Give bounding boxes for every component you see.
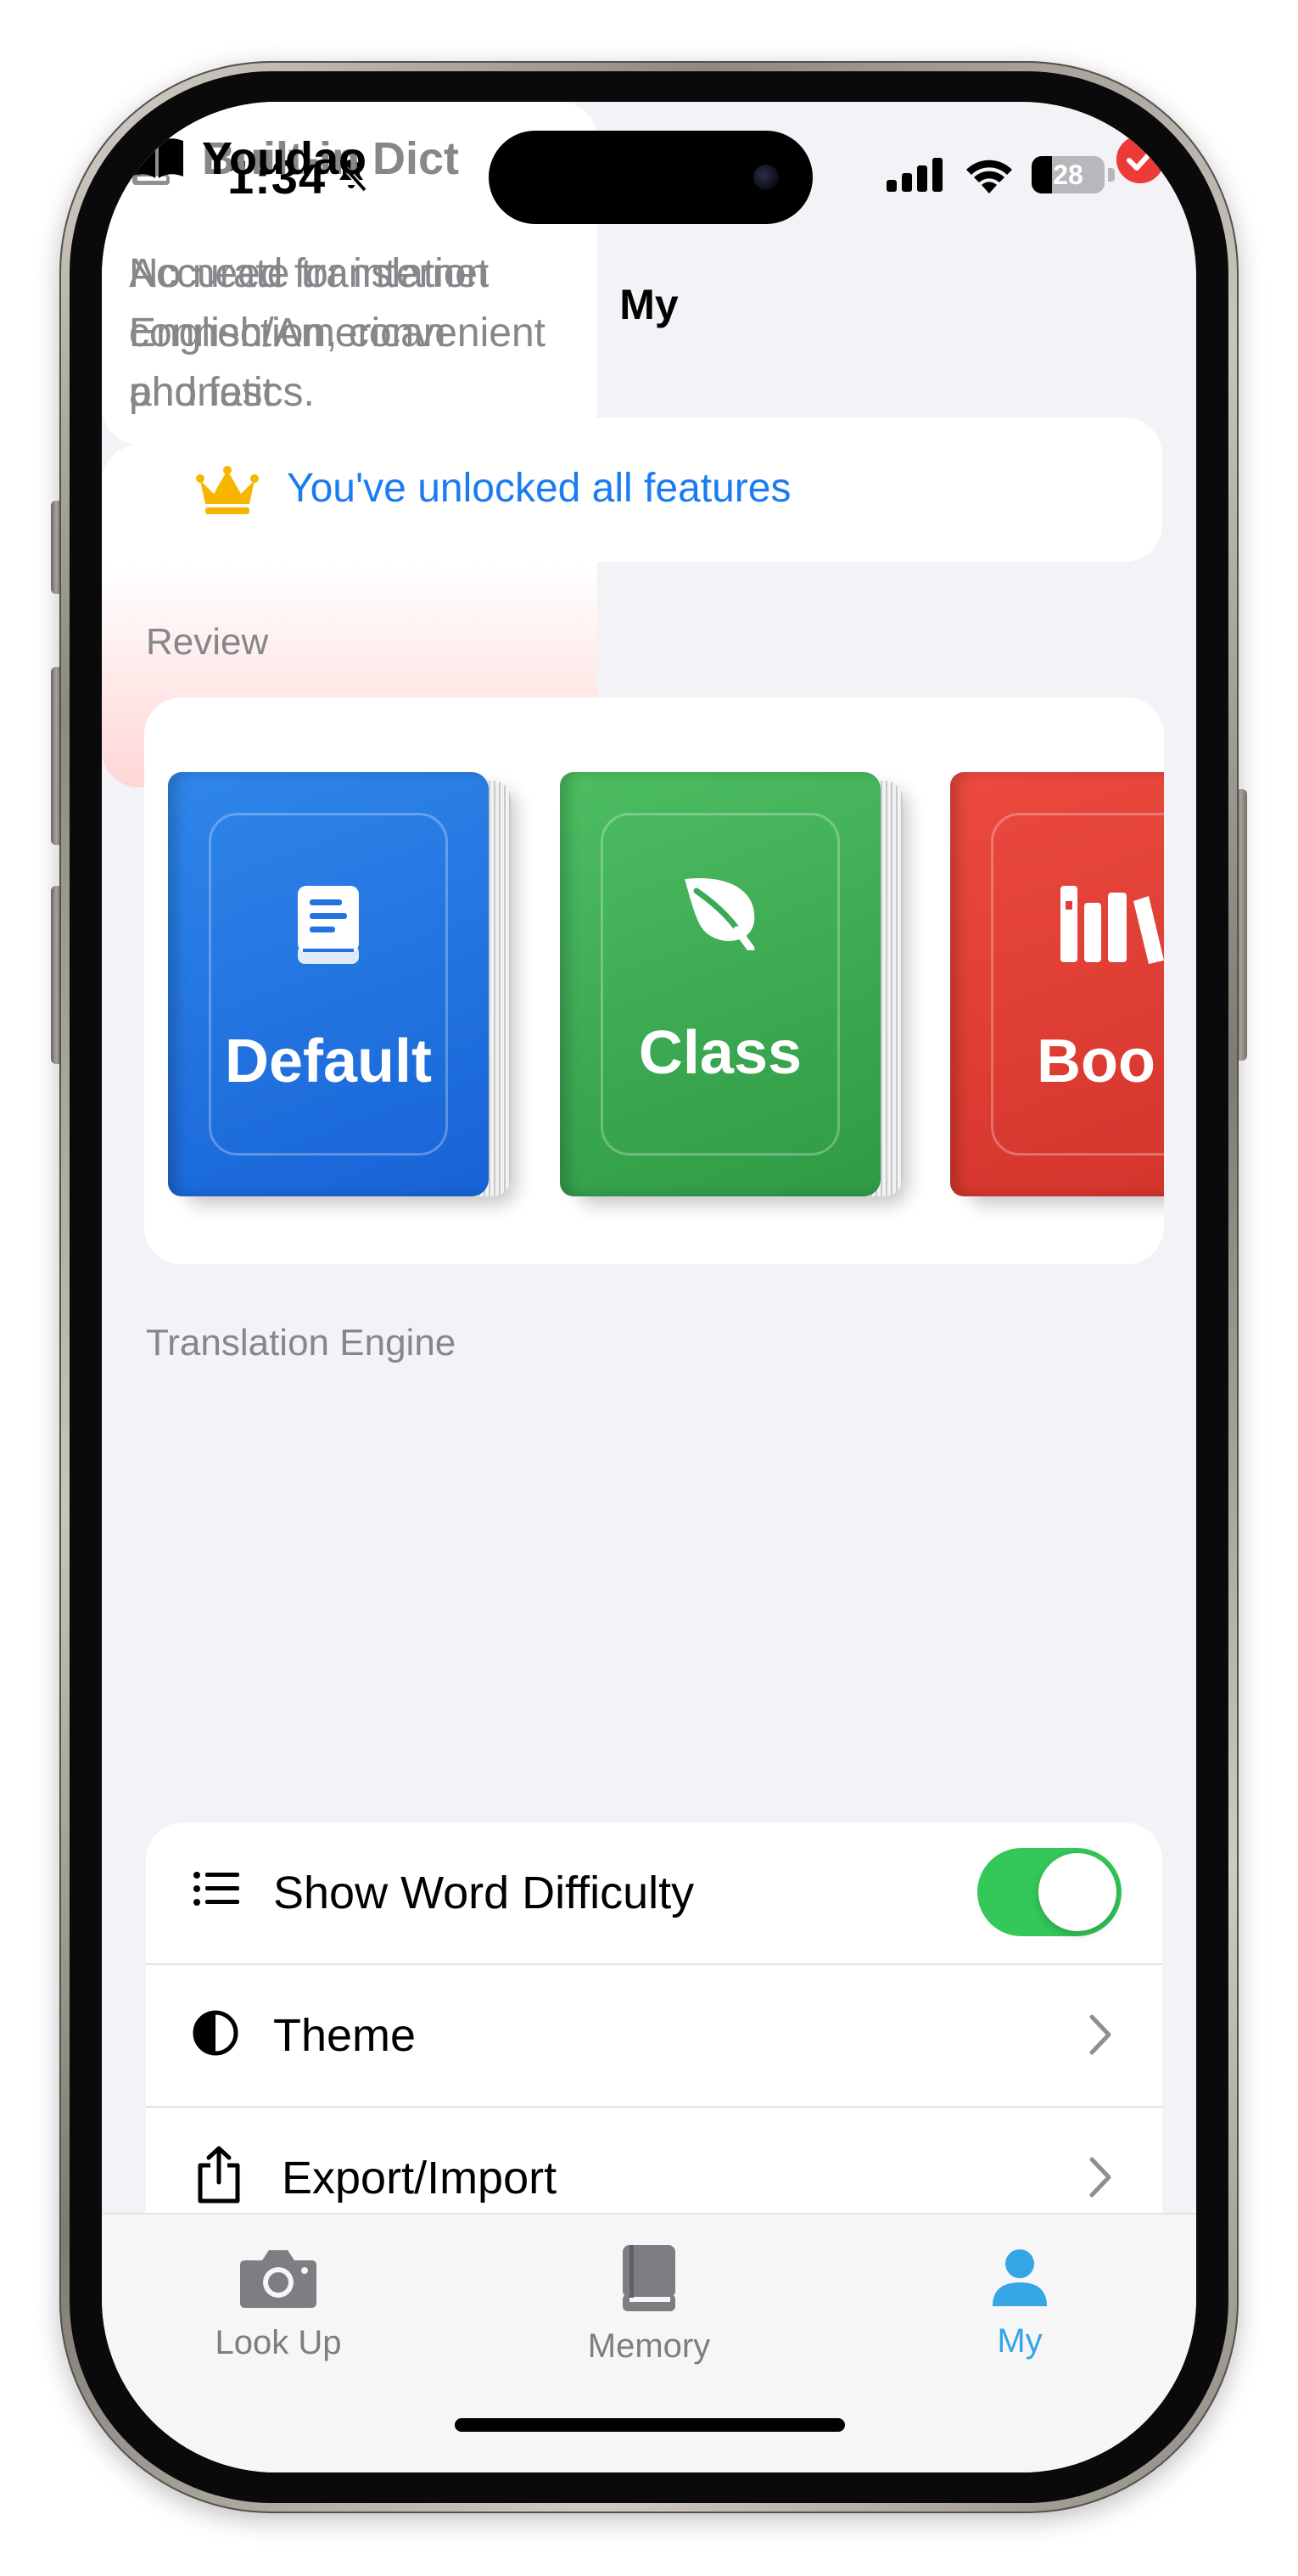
settings-row-word-difficulty: Show Word Difficulty: [146, 1823, 1162, 1963]
list-icon: [193, 1872, 239, 1906]
chevron-right-icon: [1089, 2157, 1111, 2198]
chevron-right-icon: [1089, 2014, 1111, 2055]
book-default[interactable]: Default: [168, 772, 511, 1196]
tab-my[interactable]: My: [892, 2247, 1147, 2360]
books-icon: [1060, 886, 1164, 964]
unlock-banner-text: You've unlocked all features: [287, 466, 792, 511]
radio-selected[interactable]: [1116, 136, 1164, 183]
book-icon: [623, 2245, 675, 2311]
battery-indicator: 28: [1032, 156, 1105, 193]
person-icon: [993, 2249, 1047, 2306]
tab-bar: Look Up Memory My: [102, 2213, 1196, 2472]
book-glyph: [168, 882, 489, 972]
tab-memory[interactable]: Memory: [522, 2245, 776, 2366]
battery-percent: 28: [1053, 160, 1083, 190]
settings-row-theme[interactable]: Theme: [146, 1965, 1162, 2106]
book-class[interactable]: Class: [560, 772, 903, 1196]
engine-title: Youdao: [202, 133, 366, 184]
battery-tip: [1108, 168, 1115, 182]
toggle-knob: [1038, 1853, 1116, 1931]
translation-engine-section-label: Translation Engine: [146, 1322, 456, 1364]
cellular-signal-icon: [887, 158, 943, 192]
dynamic-island: [489, 131, 813, 224]
book-label: Class: [638, 1019, 803, 1087]
tab-label: Memory: [587, 2327, 711, 2365]
contrast-icon: [193, 2010, 238, 2056]
tab-label: My: [997, 2322, 1043, 2360]
leaf-icon: [685, 877, 755, 953]
book-label: Default: [224, 1028, 433, 1095]
unlock-banner[interactable]: You've unlocked all features: [146, 417, 1162, 562]
book-glyph: [1060, 882, 1164, 968]
book-frame: [991, 813, 1164, 1156]
book-frame: [601, 813, 840, 1156]
settings-row-label: Export/Import: [282, 2153, 557, 2204]
checkmark-icon: [1127, 149, 1154, 171]
book-frame: [209, 813, 448, 1156]
front-camera: [753, 165, 779, 190]
review-section-label: Review: [146, 621, 269, 663]
home-indicator[interactable]: [455, 2418, 845, 2432]
book-icon: [298, 886, 359, 964]
word-difficulty-toggle[interactable]: [977, 1848, 1122, 1936]
engine-description: Accurate translation English/American ph…: [129, 251, 490, 415]
book-open-icon: [131, 138, 183, 178]
settings-list: Show Word Difficulty Theme Export/Import: [146, 1823, 1162, 2281]
book-bookshelf[interactable]: Boo: [950, 772, 1164, 1196]
book-glyph: [560, 874, 881, 955]
review-card: Default Class Boo: [144, 697, 1164, 1264]
tab-look-up[interactable]: Look Up: [151, 2247, 406, 2362]
phone-screen: 1:34 28 My You've unlocked all features …: [102, 102, 1196, 2472]
wifi-icon: [966, 160, 1012, 193]
tab-label: Look Up: [215, 2324, 342, 2361]
settings-row-label: Show Word Difficulty: [273, 1868, 695, 1918]
crown-icon: [196, 466, 259, 514]
book-label: Boo: [1037, 1028, 1155, 1095]
settings-row-label: Theme: [273, 2010, 417, 2061]
camera-icon: [240, 2250, 316, 2308]
share-icon: [198, 2146, 240, 2204]
